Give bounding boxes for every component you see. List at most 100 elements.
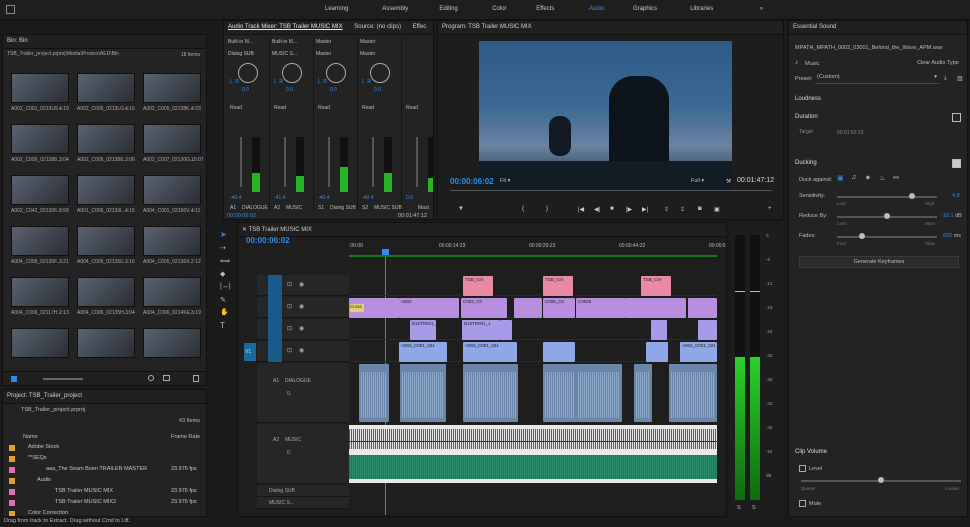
- fit-dropdown[interactable]: Fit ▾: [500, 178, 528, 186]
- duck-music-icon[interactable]: ♫: [851, 174, 856, 181]
- fader-track[interactable]: [240, 137, 242, 187]
- solo-left-button[interactable]: S: [737, 505, 741, 511]
- dialogue-audio-clip[interactable]: [634, 364, 652, 422]
- export-frame-icon[interactable]: ◙: [698, 206, 702, 212]
- pan-value[interactable]: 0.0: [242, 87, 249, 93]
- bin-clip-thumbnail[interactable]: [11, 226, 69, 256]
- pan-knob[interactable]: [370, 63, 390, 83]
- timeline-clip[interactable]: C003_C0: [461, 298, 507, 318]
- timeline-clip[interactable]: TSB_Cre: [543, 276, 573, 296]
- track-select-icon[interactable]: ⇢: [220, 244, 226, 252]
- timeline-ruler[interactable]: :00:00 00:00:14:23 00:00:29:23 00:00:44:22 0…: [349, 240, 726, 256]
- sensitivity-knob[interactable]: [909, 193, 915, 199]
- home-icon[interactable]: [6, 5, 15, 14]
- automation-mode[interactable]: Read: [362, 105, 374, 111]
- timeline-clip[interactable]: [651, 320, 667, 340]
- dialogue-audio-clip[interactable]: [463, 364, 518, 422]
- timeline-clip[interactable]: A003_C001_021: [399, 342, 447, 362]
- target-value[interactable]: 00:01:52:13: [837, 130, 863, 136]
- work-area-bar[interactable]: [349, 255, 717, 257]
- pan-knob[interactable]: [326, 63, 346, 83]
- pan-value[interactable]: 0.0: [374, 87, 381, 93]
- bin-clip-thumbnail[interactable]: [11, 175, 69, 205]
- timeline-timecode[interactable]: 00:00:06:02: [246, 236, 290, 245]
- bin-clip-thumbnail[interactable]: [77, 124, 135, 154]
- slip-icon[interactable]: |↔|: [220, 283, 231, 290]
- audio-track-header-a2[interactable]: A2 MUSIC 0.: [257, 424, 349, 484]
- timeline-clip[interactable]: TSB_Cre: [641, 276, 671, 296]
- more-workspaces-icon[interactable]: »: [760, 6, 763, 12]
- eye-icon[interactable]: ◉: [299, 281, 304, 288]
- track-target-column[interactable]: [268, 275, 282, 362]
- quality-dropdown[interactable]: Full ▾: [691, 178, 704, 184]
- workspace-tab-graphics[interactable]: Graphics: [633, 6, 657, 12]
- project-item[interactable]: Color Correction: [3, 508, 206, 516]
- volume-rubberband[interactable]: [349, 441, 717, 442]
- lock-icon[interactable]: ⊡: [287, 325, 292, 332]
- go-to-in-icon[interactable]: |◀: [578, 206, 584, 213]
- fades-knob[interactable]: [859, 233, 865, 239]
- step-forward-icon[interactable]: |▶: [626, 206, 632, 213]
- timeline-clip[interactable]: B15TR001_1: [410, 320, 436, 340]
- ripple-edit-icon[interactable]: ⟺: [220, 257, 230, 265]
- pan-knob[interactable]: [238, 63, 258, 83]
- save-preset-icon[interactable]: ⤓: [944, 75, 947, 82]
- mixer-timecode[interactable]: 00:00:06:02: [227, 213, 256, 219]
- add-button-icon[interactable]: +: [768, 206, 772, 212]
- duration-header[interactable]: Duration: [795, 114, 818, 120]
- fades-value[interactable]: 832 ms: [943, 233, 961, 239]
- bin-clip-thumbnail[interactable]: [77, 73, 135, 103]
- reduce-knob[interactable]: [884, 213, 890, 219]
- fades-slider[interactable]: [837, 236, 937, 238]
- loudness-header[interactable]: Loudness: [795, 96, 821, 102]
- solo-right-button[interactable]: S: [752, 505, 756, 511]
- clip-volume-header[interactable]: Clip Volume: [795, 449, 827, 455]
- bin-clip-thumbnail[interactable]: [143, 175, 201, 205]
- output-select[interactable]: Dialog SUB: [228, 51, 254, 57]
- clear-audio-type-button[interactable]: Clear Audio Type: [917, 60, 959, 66]
- dialogue-audio-clip[interactable]: [400, 364, 446, 422]
- automation-mode[interactable]: Read: [274, 105, 286, 111]
- dialogue-audio-clip[interactable]: [576, 364, 622, 422]
- sensitivity-value[interactable]: 4.8: [952, 193, 960, 199]
- input-select[interactable]: Master: [360, 39, 375, 45]
- eye-icon[interactable]: ◉: [299, 325, 304, 332]
- bin-clip-thumbnail[interactable]: [11, 124, 69, 154]
- tab-source[interactable]: Source: (no clips): [354, 24, 401, 30]
- lock-icon[interactable]: ⊡: [287, 347, 292, 354]
- timeline-clip[interactable]: TSB_Cre: [463, 276, 493, 296]
- sensitivity-slider[interactable]: [837, 196, 937, 198]
- pan-value[interactable]: 0.0: [286, 87, 293, 93]
- playhead-bar[interactable]: [450, 190, 772, 191]
- bin-clip-thumbnail[interactable]: [143, 277, 201, 307]
- workspace-tab-assembly[interactable]: Assembly: [382, 6, 408, 12]
- output-select[interactable]: MUSIC S...: [272, 51, 297, 57]
- mark-in-icon[interactable]: {: [522, 206, 524, 212]
- workspace-tab-editing[interactable]: Editing: [439, 6, 457, 12]
- tab-effects[interactable]: Effec: [413, 24, 427, 30]
- workspace-tab-effects[interactable]: Effects: [536, 6, 554, 12]
- eye-icon[interactable]: ◉: [299, 347, 304, 354]
- new-bin-icon[interactable]: [163, 375, 170, 381]
- output-select[interactable]: Master: [360, 51, 375, 57]
- delete-preset-icon[interactable]: ▥: [957, 75, 963, 82]
- timeline-clip[interactable]: [514, 298, 542, 318]
- automation-mode[interactable]: Read: [230, 105, 242, 111]
- mark-out-icon[interactable]: }: [546, 206, 548, 212]
- go-to-out-icon[interactable]: ▶|: [642, 206, 648, 213]
- fader-track[interactable]: [284, 137, 286, 187]
- timeline-clip[interactable]: [698, 320, 717, 340]
- delete-icon[interactable]: [193, 375, 199, 382]
- timeline-clip[interactable]: [646, 342, 668, 362]
- level-checkbox[interactable]: [799, 465, 806, 472]
- fader-track[interactable]: [328, 137, 330, 187]
- search-icon[interactable]: [148, 375, 154, 381]
- workspace-tab-libraries[interactable]: Libraries: [690, 6, 713, 12]
- bin-clip-thumbnail[interactable]: [77, 328, 135, 358]
- selection-tool-icon[interactable]: ➤: [220, 230, 227, 239]
- eye-icon[interactable]: ◉: [299, 303, 304, 310]
- lift-icon[interactable]: ⇪: [664, 206, 669, 213]
- extract-icon[interactable]: ⇫: [680, 206, 685, 213]
- audio-track-header-a1[interactable]: A1 DIALOGUE 0.: [257, 363, 349, 423]
- close-icon[interactable]: ✕: [242, 227, 249, 233]
